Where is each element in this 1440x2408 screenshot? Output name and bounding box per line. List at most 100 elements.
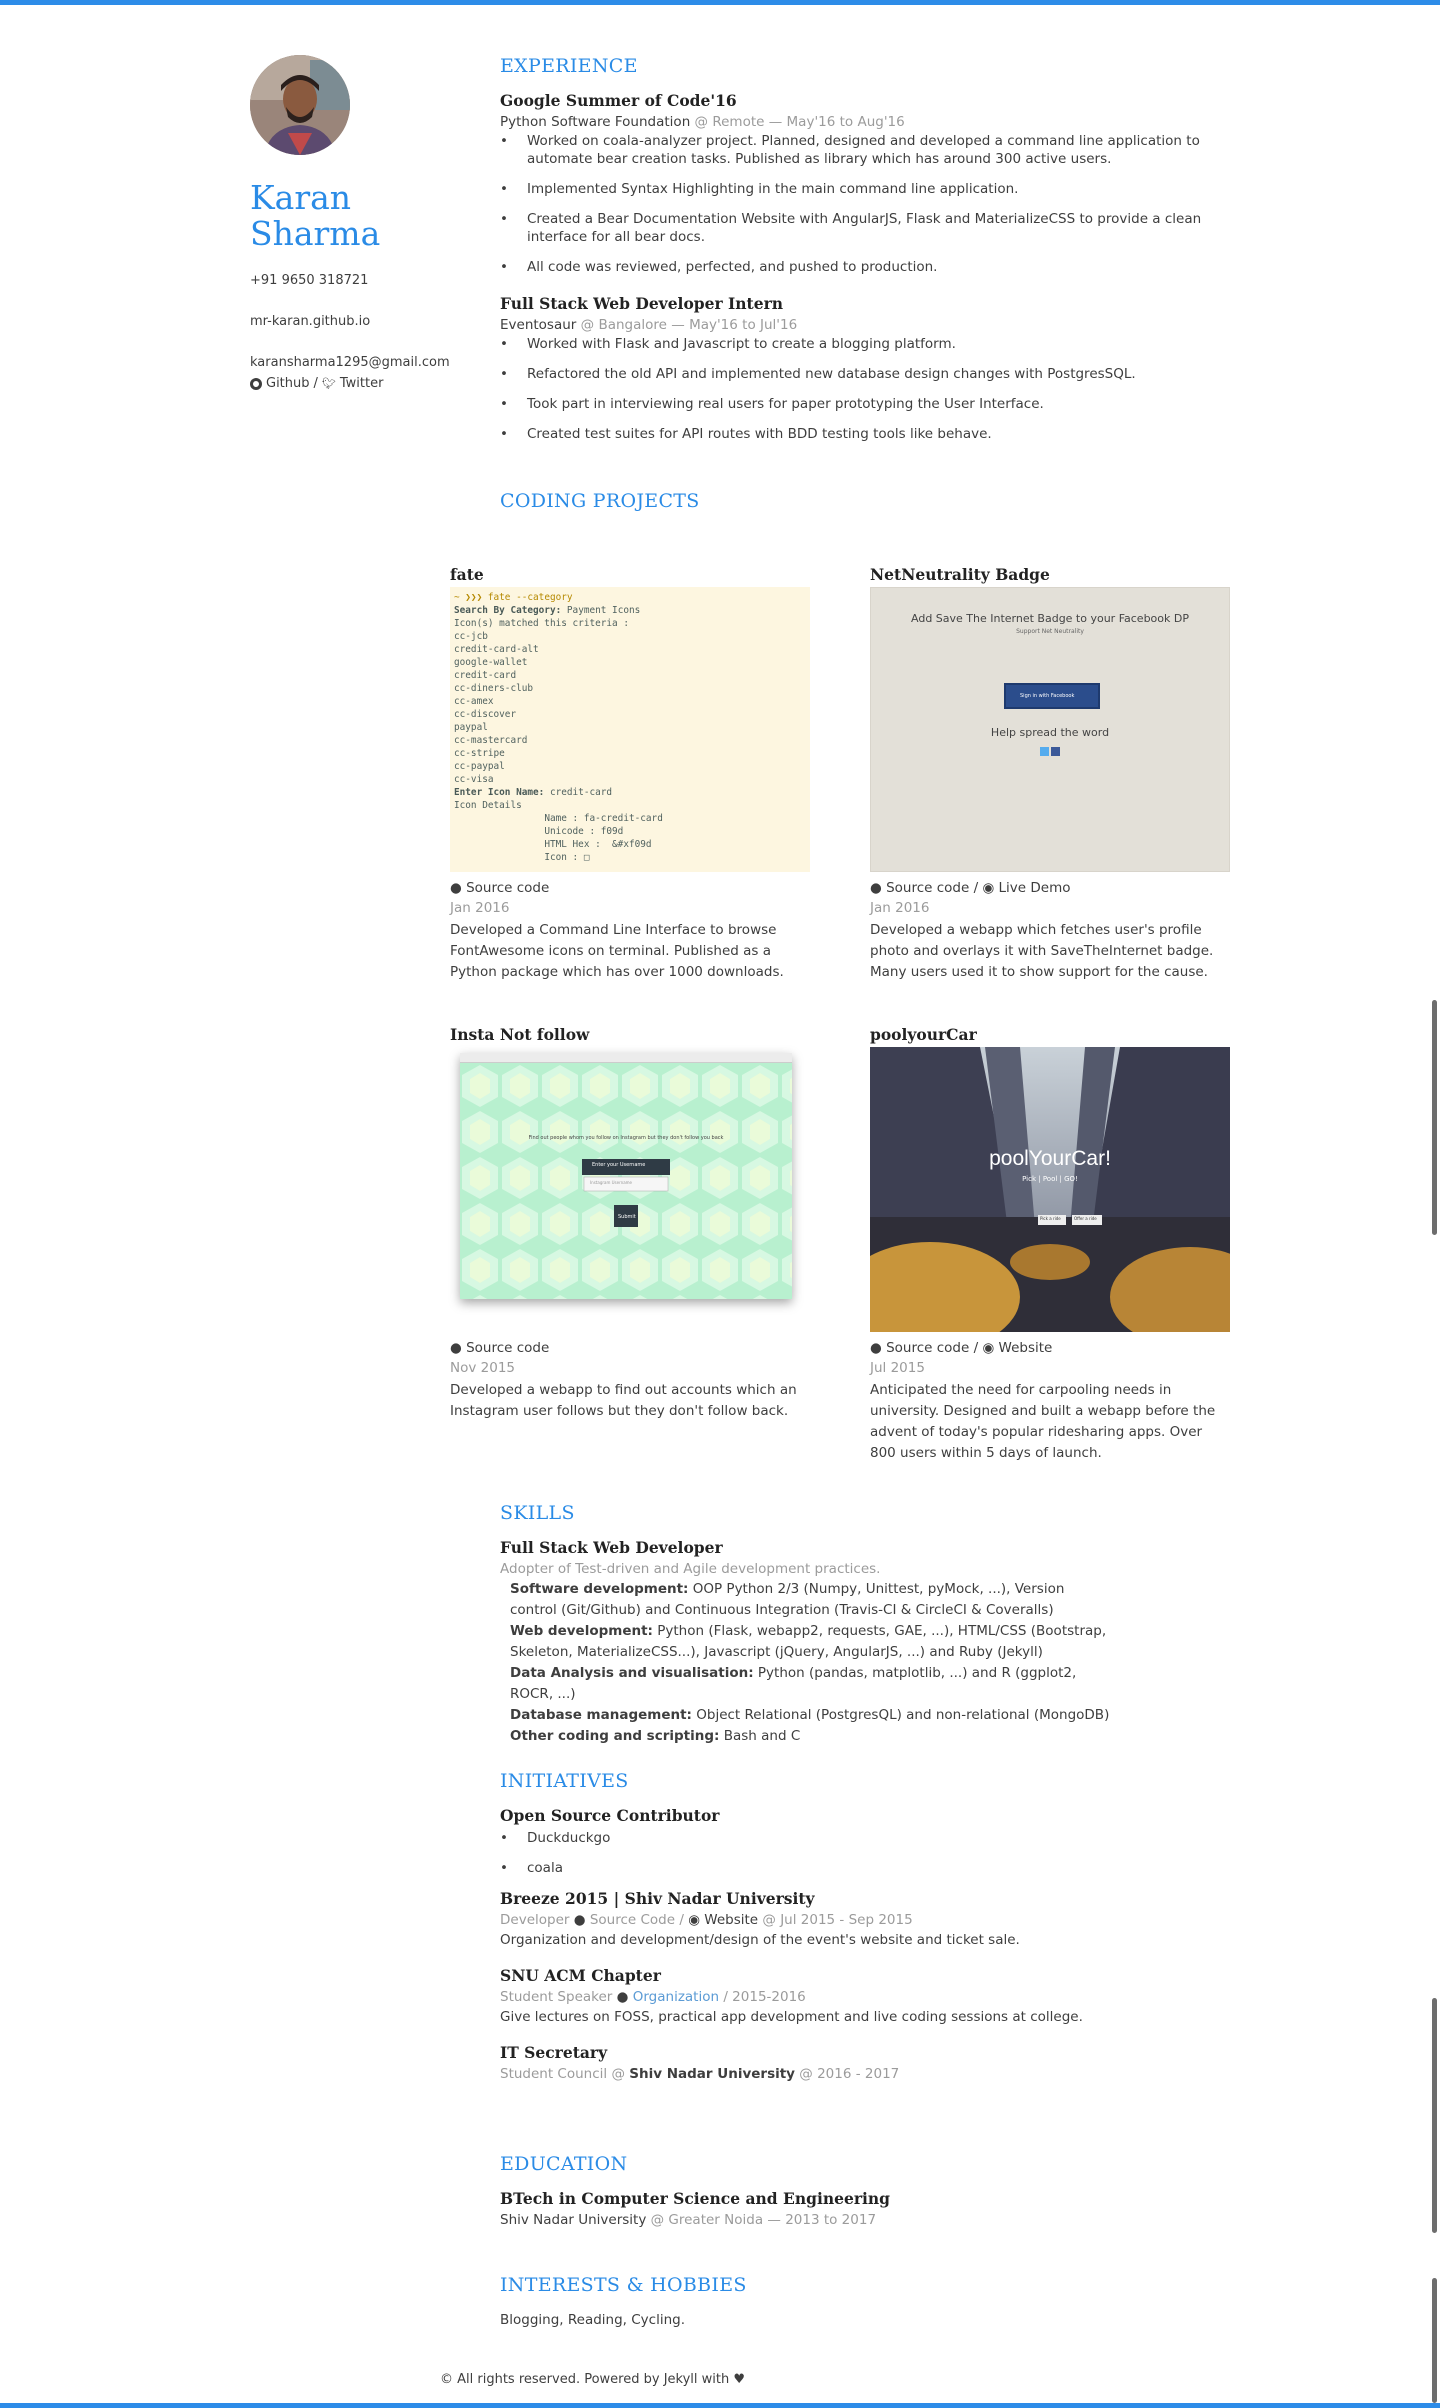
website-link[interactable]: Website	[999, 1340, 1053, 1356]
github-icon: ●	[870, 880, 882, 896]
interests-heading: INTERESTS & HOBBIES	[500, 2274, 747, 2296]
project-date: Nov 2015	[450, 1360, 515, 1376]
project-date: Jan 2016	[450, 900, 510, 916]
project-description: Developed a webapp to find out accounts …	[450, 1382, 797, 1419]
job-dates: May'16 to Jul'16	[689, 317, 798, 333]
job-bullet: Worked on coala-analyzer project. Planne…	[500, 132, 1260, 168]
skill-line: Software development: OOP Python 2/3 (Nu…	[510, 1581, 1065, 1618]
job-bullets: Worked with Flask and Javascript to crea…	[500, 335, 1260, 443]
github-icon: ●	[450, 880, 462, 896]
project-title: NetNeutrality Badge	[870, 565, 1050, 584]
breeze-website-link[interactable]: Website	[704, 1912, 758, 1928]
social-links: Github / 🐦︎ Twitter	[250, 376, 383, 391]
email-link[interactable]: karansharma1295@gmail.com	[250, 355, 450, 370]
github-icon: ●	[573, 1912, 586, 1928]
last-name: Sharma	[250, 214, 381, 253]
project-screenshot-badge: Add Save The Internet Badge to your Face…	[870, 587, 1230, 872]
job-dates: May'16 to Aug'16	[786, 114, 905, 130]
live-demo-link[interactable]: Live Demo	[999, 880, 1071, 896]
job-bullet: Created test suites for API routes with …	[500, 425, 1260, 443]
github-icon: ●	[616, 1989, 629, 2005]
project-title: Insta Not follow	[450, 1025, 590, 1044]
project-title: poolyourCar	[870, 1025, 977, 1044]
project-screenshot-insta: Find out people whom you follow on Insta…	[450, 1047, 810, 1332]
skills-subtitle: Adopter of Test-driven and Agile develop…	[500, 1561, 881, 1577]
job-eventosaur: Full Stack Web Developer Intern Eventosa…	[500, 294, 1260, 443]
open-source-item: coala	[500, 1859, 1260, 1877]
source-code-link[interactable]: Source code	[886, 880, 969, 896]
source-code-link[interactable]: Source code	[466, 880, 549, 896]
acm-desc: Give lectures on FOSS, practical app dev…	[500, 2009, 1083, 2025]
project-card-fate: fate ~ ❯❯❯ fate --category Search By Cat…	[450, 565, 810, 983]
skills-title: Full Stack Web Developer	[500, 1538, 723, 1557]
job-bullet: Created a Bear Documentation Website wit…	[500, 210, 1260, 246]
it-meta: Student Council @ Shiv Nadar University …	[500, 2066, 900, 2082]
first-name: Karan	[250, 178, 352, 217]
github-icon: ●	[450, 1340, 462, 1356]
open-source-list: Duckduckgo coala	[500, 1829, 1260, 1877]
interests-text: Blogging, Reading, Cycling.	[500, 2312, 686, 2328]
job-bullet: Took part in interviewing real users for…	[500, 395, 1260, 413]
source-code-link[interactable]: Source code	[466, 1340, 549, 1356]
scrollbar-thumb-3[interactable]	[1432, 2278, 1437, 2403]
twitter-icon: 🐦︎	[321, 377, 336, 390]
job-meta: Python Software Foundation @ Remote — Ma…	[500, 114, 905, 130]
breeze-source-link[interactable]: Source Code	[590, 1912, 675, 1928]
project-date: Jul 2015	[870, 1360, 925, 1376]
education-heading: EDUCATION	[500, 2153, 628, 2175]
job-title: Full Stack Web Developer Intern	[500, 294, 784, 313]
job-bullets: Worked on coala-analyzer project. Planne…	[500, 132, 1260, 276]
twitter-link[interactable]: Twitter	[340, 376, 384, 391]
job-location: Bangalore	[598, 317, 667, 333]
person-name: Karan Sharma	[250, 180, 380, 252]
education-section: EDUCATION BTech in Computer Science and …	[500, 2153, 1260, 2228]
source-code-link[interactable]: Source code	[886, 1340, 969, 1356]
skills-list: Software development: OOP Python 2/3 (Nu…	[500, 1579, 1110, 1747]
project-links: ● Source code	[450, 880, 810, 896]
job-org: Eventosaur	[500, 317, 577, 333]
bottom-accent-bar	[0, 2403, 1440, 2408]
skill-line: Web development: Python (Flask, webapp2,…	[510, 1623, 1107, 1660]
project-screenshot-poolyourcar: poolYourCar! Pick | Pool | GO! Pick a ri…	[870, 1047, 1230, 1332]
project-description: Anticipated the need for carpooling need…	[870, 1382, 1216, 1461]
project-card-poolyourcar: poolyourCar poolYourCar! Pick | Pool | G…	[870, 1025, 1230, 1464]
open-source-title: Open Source Contributor	[500, 1806, 720, 1825]
initiatives-heading: INITIATIVES	[500, 1770, 629, 1792]
job-bullet: Refactored the old API and implemented n…	[500, 365, 1260, 383]
website-link[interactable]: mr-karan.github.io	[250, 314, 370, 329]
interests-section: INTERESTS & HOBBIES Blogging, Reading, C…	[500, 2274, 1260, 2328]
project-title: fate	[450, 565, 484, 584]
globe-icon: ◉	[982, 880, 995, 896]
scrollbar-thumb[interactable]	[1432, 1000, 1437, 1235]
acm-meta: Student Speaker ● Organization / 2015-20…	[500, 1989, 806, 2005]
acm-title: SNU ACM Chapter	[500, 1966, 661, 1985]
skill-line: Data Analysis and visualisation: Python …	[510, 1665, 1077, 1702]
scrollbar-thumb-2[interactable]	[1432, 1998, 1437, 2233]
project-date: Jan 2016	[870, 900, 930, 916]
skill-line: Other coding and scripting: Bash and C	[510, 1728, 801, 1744]
acm-organization-link[interactable]: Organization	[633, 1989, 719, 2005]
job-bullet: Worked with Flask and Javascript to crea…	[500, 335, 1260, 353]
experience-section: EXPERIENCE Google Summer of Code'16 Pyth…	[500, 55, 1260, 455]
top-accent-bar	[0, 0, 1440, 5]
project-screenshot-terminal: ~ ❯❯❯ fate --category Search By Category…	[450, 587, 810, 872]
job-location: Remote	[712, 114, 765, 130]
job-bullet: All code was reviewed, perfected, and pu…	[500, 258, 1260, 276]
project-links: ● Source code / ◉ Live Demo	[870, 880, 1071, 896]
skills-section: SKILLS Full Stack Web Developer Adopter …	[500, 1502, 1260, 1747]
github-link[interactable]: Github	[266, 376, 310, 391]
job-org: Python Software Foundation	[500, 114, 691, 130]
breeze-title: Breeze 2015 | Shiv Nadar University	[500, 1889, 815, 1908]
degree-title: BTech in Computer Science and Engineerin…	[500, 2189, 890, 2208]
project-card-insta: Insta Not follow Find out people whom yo…	[450, 1025, 810, 1422]
project-description: Developed a Command Line Interface to br…	[450, 922, 784, 980]
github-icon: ●	[870, 1340, 882, 1356]
project-links: ● Source code	[450, 1340, 810, 1356]
job-meta: Eventosaur @ Bangalore — May'16 to Jul'1…	[500, 317, 798, 333]
project-links: ● Source code / ◉ Website	[870, 1340, 1053, 1356]
footer-text: © All rights reserved. Powered by Jekyll…	[440, 2372, 746, 2387]
projects-heading: CODING PROJECTS	[500, 490, 700, 512]
breeze-desc: Organization and development/design of t…	[500, 1932, 1020, 1948]
skills-heading: SKILLS	[500, 1502, 575, 1524]
globe-icon: ◉	[982, 1340, 995, 1356]
